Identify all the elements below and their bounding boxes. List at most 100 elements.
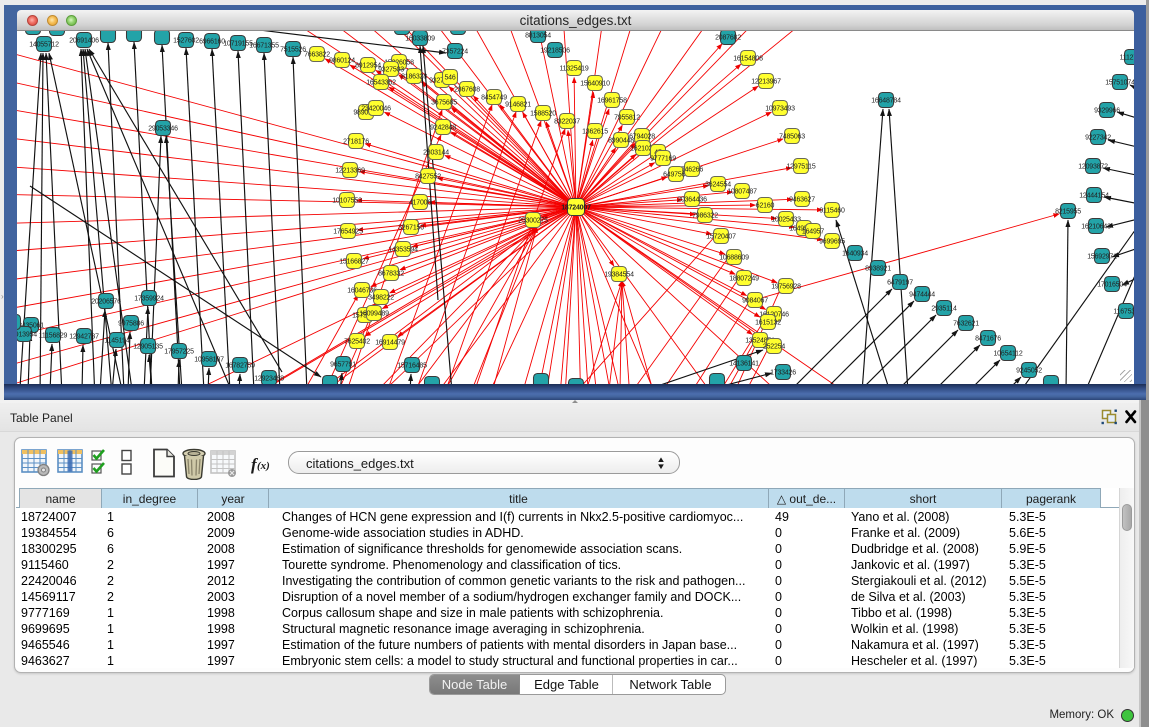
svg-text:9657791: 9657791 bbox=[330, 361, 356, 368]
svg-text:17654925: 17654925 bbox=[333, 228, 363, 235]
svg-text:16961758: 16961758 bbox=[597, 97, 627, 104]
svg-text:15720407: 15720407 bbox=[706, 233, 736, 240]
svg-text:16154808: 16154808 bbox=[733, 55, 763, 62]
svg-text:29053346: 29053346 bbox=[148, 125, 178, 132]
svg-text:1615132: 1615132 bbox=[755, 319, 781, 326]
svg-text:12444154: 12444154 bbox=[1079, 192, 1109, 199]
svg-text:1167533: 1167533 bbox=[1113, 308, 1134, 315]
svg-text:10107553: 10107553 bbox=[332, 197, 362, 204]
svg-text:8427552: 8427552 bbox=[415, 173, 441, 180]
svg-text:1112741: 1112741 bbox=[1120, 54, 1134, 61]
svg-text:12093872: 12093872 bbox=[1078, 163, 1108, 170]
svg-text:62160: 62160 bbox=[756, 202, 775, 209]
svg-text:8938921: 8938921 bbox=[865, 265, 891, 272]
svg-text:(x): (x) bbox=[257, 460, 270, 472]
svg-text:20364436: 20364436 bbox=[677, 196, 707, 203]
svg-text:16648784: 16648784 bbox=[871, 97, 901, 104]
svg-text:14055712: 14055712 bbox=[29, 41, 59, 48]
svg-text:1733426: 1733426 bbox=[770, 369, 796, 376]
svg-text:1640934: 1640934 bbox=[842, 250, 868, 257]
svg-text:7357224: 7357224 bbox=[442, 48, 468, 55]
svg-text:11156829: 11156829 bbox=[39, 332, 68, 339]
svg-text:3913954: 3913954 bbox=[17, 331, 37, 338]
svg-text:16046736: 16046736 bbox=[347, 287, 377, 294]
svg-text:7485063: 7485063 bbox=[779, 133, 805, 140]
svg-text:2718176: 2718176 bbox=[343, 138, 369, 145]
svg-text:10958107: 10958107 bbox=[194, 356, 224, 363]
svg-text:746266: 746266 bbox=[681, 166, 703, 173]
svg-text:19218506: 19218506 bbox=[540, 47, 570, 54]
svg-text:2935114: 2935114 bbox=[931, 305, 957, 312]
svg-text:1362615: 1362615 bbox=[582, 128, 608, 135]
svg-text:20206576: 20206576 bbox=[91, 298, 121, 305]
svg-text:8813054: 8813054 bbox=[525, 32, 551, 39]
svg-text:6966160: 6966160 bbox=[199, 38, 225, 45]
svg-text:1145194: 1145194 bbox=[104, 337, 130, 344]
svg-text:15166827: 15166827 bbox=[339, 258, 369, 265]
svg-text:14136141: 14136141 bbox=[729, 360, 759, 367]
svg-text:7663822: 7663822 bbox=[304, 51, 330, 58]
svg-text:16914479: 16914479 bbox=[375, 339, 405, 346]
svg-text:16671355: 16671355 bbox=[249, 42, 279, 49]
svg-text:9329966: 9329966 bbox=[1094, 107, 1120, 114]
svg-text:2367608: 2367608 bbox=[454, 86, 480, 93]
svg-text:7515526: 7515526 bbox=[280, 46, 306, 53]
svg-text:16782759: 16782759 bbox=[225, 362, 255, 369]
svg-text:19756928: 19756928 bbox=[771, 283, 801, 290]
svg-text:15716485: 15716485 bbox=[397, 362, 427, 369]
svg-text:18724007: 18724007 bbox=[561, 205, 591, 212]
svg-text:10688609: 10688609 bbox=[719, 254, 749, 261]
svg-text:17957225: 17957225 bbox=[164, 348, 194, 355]
svg-text:12923468: 12923468 bbox=[254, 375, 284, 382]
svg-text:3675685: 3675685 bbox=[431, 99, 457, 106]
svg-text:8678332: 8678332 bbox=[378, 270, 404, 277]
svg-text:7986322: 7986322 bbox=[692, 212, 718, 219]
svg-text:8322037: 8322037 bbox=[554, 118, 580, 125]
svg-text:9474444: 9474444 bbox=[909, 291, 935, 298]
svg-text:7632621: 7632621 bbox=[953, 320, 979, 327]
svg-text:3267150: 3267150 bbox=[398, 224, 424, 231]
svg-text:9146821: 9146821 bbox=[505, 101, 531, 108]
svg-text:15640910: 15640910 bbox=[580, 80, 610, 87]
svg-text:2087682: 2087682 bbox=[715, 34, 741, 41]
svg-text:417006: 417006 bbox=[409, 199, 431, 206]
svg-text:15751074: 15751074 bbox=[1105, 79, 1134, 86]
svg-text:6479197: 6479197 bbox=[887, 279, 913, 286]
svg-text:9463627: 9463627 bbox=[789, 196, 815, 203]
svg-text:17359924: 17359924 bbox=[134, 295, 164, 302]
svg-text:164957: 164957 bbox=[802, 228, 824, 235]
svg-text:20691406: 20691406 bbox=[69, 37, 99, 44]
svg-text:9699695: 9699695 bbox=[819, 238, 845, 245]
svg-text:6794028: 6794028 bbox=[629, 133, 655, 140]
svg-text:10973493: 10973493 bbox=[765, 105, 795, 112]
svg-text:12213967: 12213967 bbox=[751, 78, 781, 85]
svg-text:9227342: 9227342 bbox=[1085, 134, 1111, 141]
svg-text:9975886: 9975886 bbox=[118, 320, 144, 327]
svg-text:7955812: 7955812 bbox=[614, 114, 640, 121]
svg-text:16543362: 16543362 bbox=[366, 79, 396, 86]
svg-text:11325419: 11325419 bbox=[559, 65, 588, 72]
svg-text:10807487: 10807487 bbox=[727, 188, 757, 195]
svg-text:12213369: 12213369 bbox=[335, 167, 365, 174]
svg-text:9327503: 9327503 bbox=[378, 66, 404, 73]
svg-text:12975115: 12975115 bbox=[786, 163, 815, 170]
svg-text:17016504: 17016504 bbox=[1097, 281, 1127, 288]
svg-text:15692971: 15692971 bbox=[1087, 253, 1117, 260]
svg-text:1527602: 1527602 bbox=[173, 37, 199, 44]
svg-text:12905135: 12905135 bbox=[133, 343, 163, 350]
svg-text:16033809: 16033809 bbox=[405, 35, 435, 42]
svg-text:19384554: 19384554 bbox=[604, 271, 634, 278]
svg-text:3624554: 3624554 bbox=[705, 181, 731, 188]
svg-text:9860124: 9860124 bbox=[329, 57, 355, 64]
svg-text:14353594: 14353594 bbox=[388, 246, 418, 253]
svg-text:18807249: 18807249 bbox=[729, 275, 759, 282]
svg-text:10654112: 10654112 bbox=[993, 350, 1022, 357]
svg-text:252254: 252254 bbox=[763, 343, 785, 350]
svg-text:12942737: 12942737 bbox=[69, 333, 99, 340]
svg-text:8471676: 8471676 bbox=[975, 335, 1001, 342]
svg-text:23420046: 23420046 bbox=[361, 105, 391, 112]
svg-text:8215955: 8215955 bbox=[1055, 208, 1081, 215]
svg-text:9115460: 9115460 bbox=[819, 207, 845, 214]
svg-text:3498222: 3498222 bbox=[368, 294, 394, 301]
svg-text:9777169: 9777169 bbox=[650, 155, 676, 162]
